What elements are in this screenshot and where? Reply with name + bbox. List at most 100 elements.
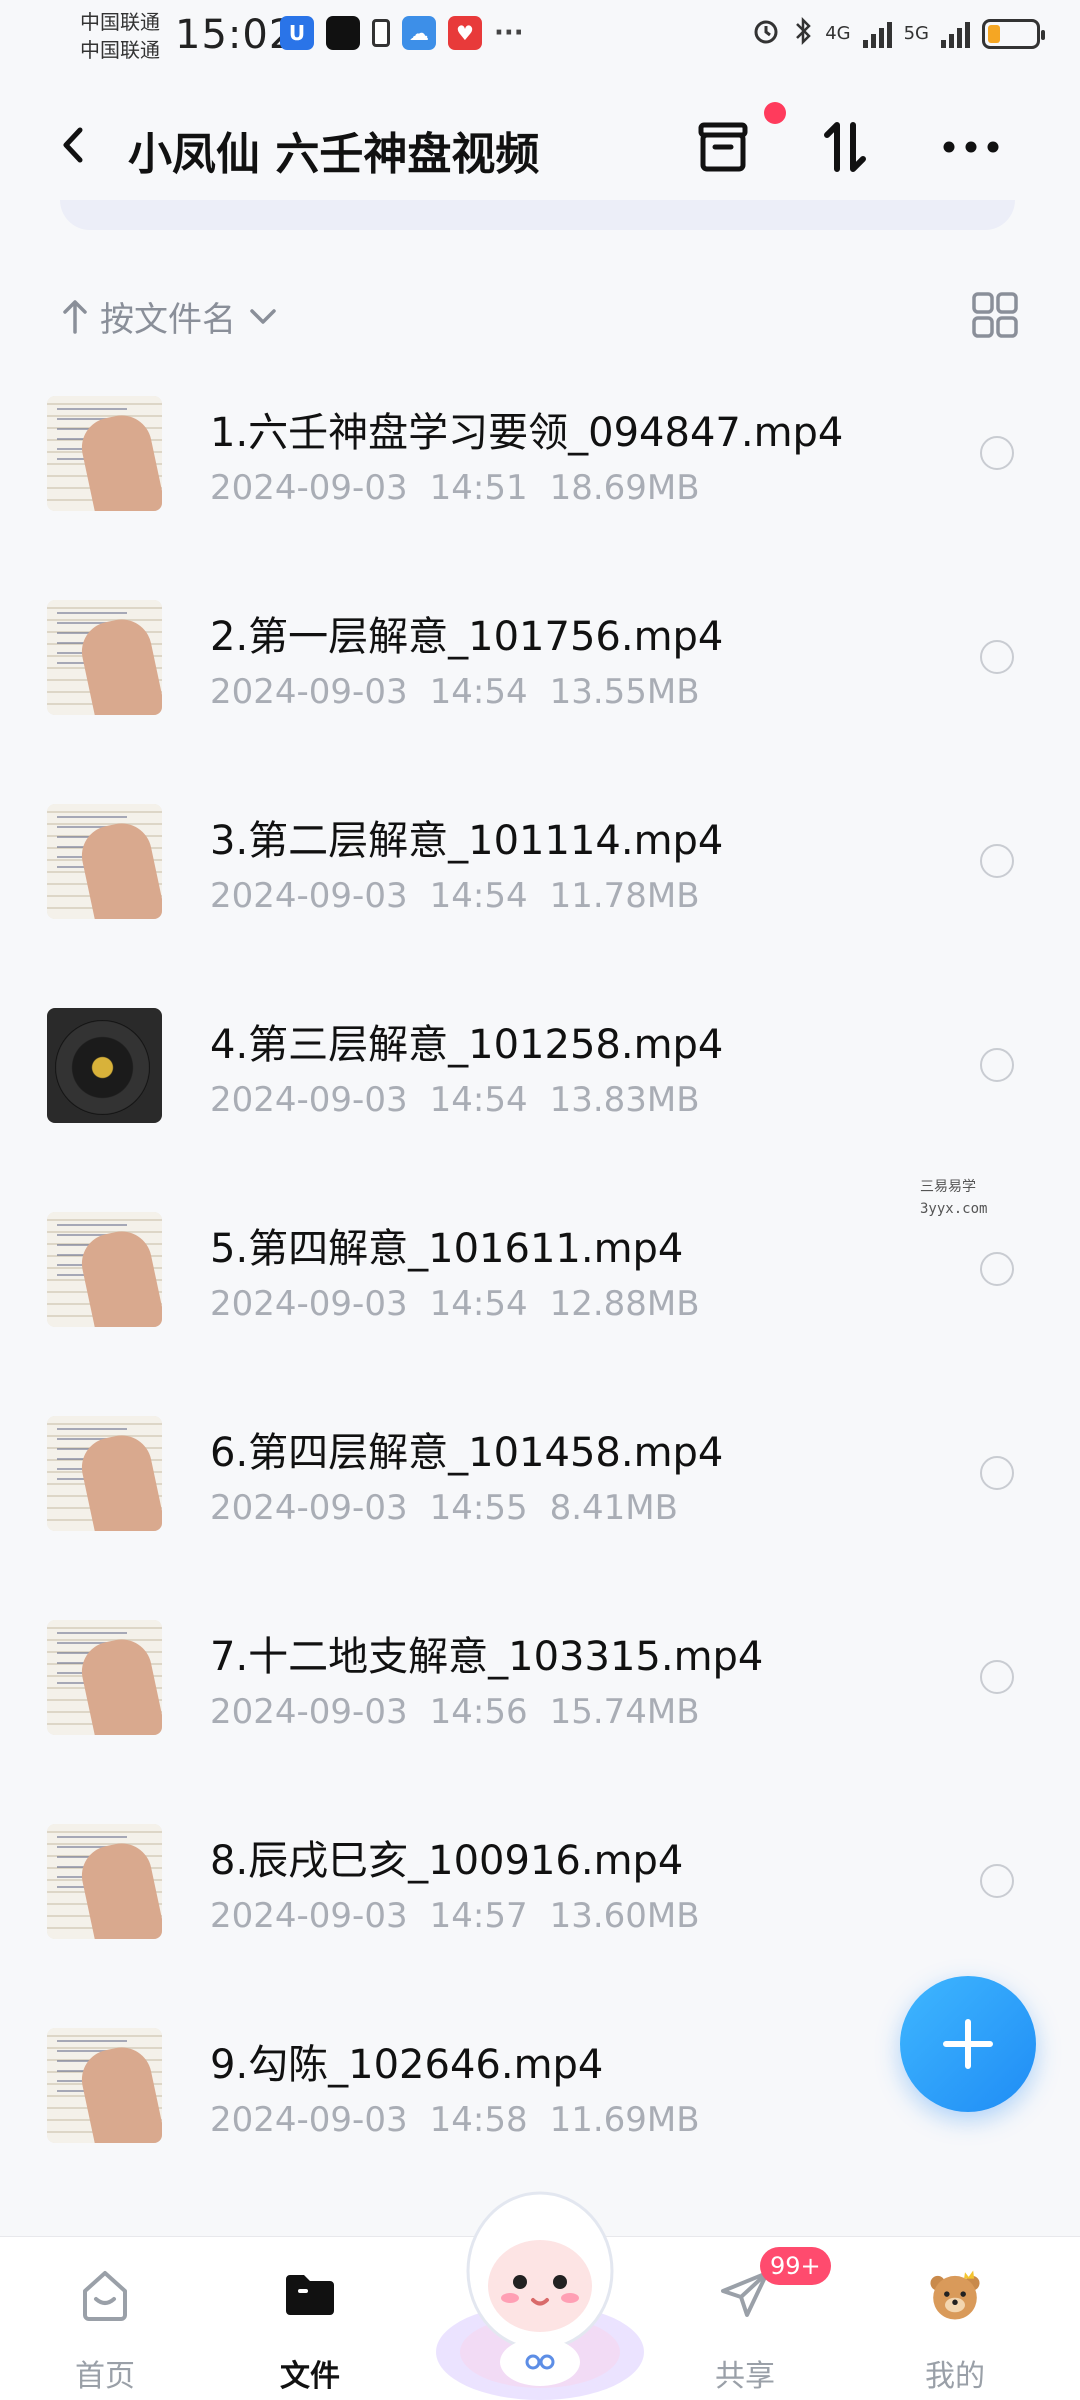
grid-view-button[interactable]	[970, 290, 1020, 340]
file-date: 2024-09-03	[210, 2100, 408, 2140]
file-size: 8.41MB	[549, 1488, 678, 1528]
select-radio[interactable]	[980, 1456, 1014, 1490]
bear-avatar-icon	[925, 2265, 985, 2325]
file-list: 1.六壬神盘学习要领_094847.mp4 2024-09-03 14:51 18.…	[0, 360, 1080, 2196]
select-radio[interactable]	[980, 1252, 1014, 1286]
file-meta: 2024-09-03 14:51 18.69MB	[210, 468, 700, 508]
select-radio[interactable]	[980, 1864, 1014, 1898]
collapsed-search-bar[interactable]	[60, 200, 1015, 230]
file-row[interactable]: 1.六壬神盘学习要领_094847.mp4 2024-09-03 14:51 18.…	[0, 360, 1080, 564]
notification-dot	[764, 102, 786, 124]
top-app-bar: 小凤仙 六壬神盘视频	[0, 80, 1080, 210]
network-type-1: 4G	[825, 23, 851, 44]
grid-view-icon	[972, 292, 1018, 338]
file-date: 2024-09-03	[210, 1284, 408, 1324]
battery-icon	[982, 18, 1045, 49]
nav-home-label: 首页	[75, 2359, 135, 2394]
nav-share-label: 共享	[715, 2359, 775, 2394]
file-size: 13.55MB	[549, 672, 700, 712]
carrier-names: 中国联通 中国联通	[80, 8, 160, 64]
status-clock: 15:02	[175, 12, 296, 58]
watermark-line-2: 3yyx.com	[920, 1201, 988, 1217]
nav-mine-label: 我的	[925, 2359, 985, 2394]
file-meta: 2024-09-03 14:55 8.41MB	[210, 1488, 678, 1528]
file-meta: 2024-09-03 14:54 12.88MB	[210, 1284, 700, 1324]
select-radio[interactable]	[980, 640, 1014, 674]
video-thumbnail	[47, 804, 162, 919]
file-date: 2024-09-03	[210, 876, 408, 916]
file-row[interactable]: 2.第一层解意_101756.mp4 2024-09-03 14:54 13.55M…	[0, 564, 1080, 768]
video-thumbnail	[47, 1416, 162, 1531]
status-bar: 中国联通 中国联通 15:02 U ☁ ♥ ··· 4G 5G	[0, 0, 1080, 80]
select-radio[interactable]	[980, 844, 1014, 878]
transfer-button[interactable]	[810, 112, 880, 182]
assistant-mascot-button[interactable]	[430, 2176, 650, 2400]
folder-title: 小凤仙 六壬神盘视频	[128, 129, 540, 180]
file-meta: 2024-09-03 14:57 13.60MB	[210, 1896, 700, 1936]
add-button[interactable]	[900, 1976, 1036, 2112]
notification-icons: U ☁ ♥ ···	[280, 16, 524, 50]
video-thumbnail	[47, 1620, 162, 1735]
file-name: 5.第四解意_101611.mp4	[210, 1226, 684, 1272]
chart-disc-image	[55, 1020, 150, 1115]
file-size: 15.74MB	[549, 1692, 700, 1732]
more-dots-icon	[943, 141, 999, 153]
sort-selector[interactable]: 按文件名	[60, 286, 280, 346]
chevron-down-icon	[250, 309, 276, 324]
battery-saver-icon	[372, 19, 390, 47]
file-name: 2.第一层解意_101756.mp4	[210, 614, 724, 660]
nav-home[interactable]: 首页	[40, 2257, 170, 2397]
file-date: 2024-09-03	[210, 468, 408, 508]
nav-files-label: 文件	[280, 2359, 340, 2394]
mascot-icon	[436, 2191, 644, 2400]
select-radio[interactable]	[980, 436, 1014, 470]
file-time: 14:57	[429, 1896, 528, 1936]
file-date: 2024-09-03	[210, 672, 408, 712]
select-radio[interactable]	[980, 1660, 1014, 1694]
file-row[interactable]: 7.十二地支解意_103315.mp4 2024-09-03 14:56 15.74…	[0, 1584, 1080, 1788]
file-name: 8.辰戌巳亥_100916.mp4	[210, 1838, 684, 1884]
file-meta: 2024-09-03 14:58 11.69MB	[210, 2100, 700, 2140]
file-size: 11.78MB	[549, 876, 700, 916]
file-meta: 2024-09-03 14:56 15.74MB	[210, 1692, 700, 1732]
file-row[interactable]: 3.第二层解意_101114.mp4 2024-09-03 14:54 11.78M…	[0, 768, 1080, 972]
archive-button[interactable]	[688, 102, 786, 182]
file-name: 4.第三层解意_101258.mp4	[210, 1022, 724, 1068]
file-row[interactable]: 6.第四层解意_101458.mp4 2024-09-03 14:55 8.41MB	[0, 1380, 1080, 1584]
file-date: 2024-09-03	[210, 1896, 408, 1936]
nav-mine[interactable]: 我的	[890, 2257, 1020, 2397]
back-button[interactable]	[50, 120, 100, 170]
alarm-icon	[751, 16, 781, 51]
archive-box-icon	[698, 122, 748, 172]
video-thumbnail	[47, 2028, 162, 2143]
heart-app-icon: ♥	[448, 16, 482, 50]
signal-strength-2-icon	[941, 20, 970, 48]
share-badge: 99+	[760, 2247, 831, 2285]
file-name: 6.第四层解意_101458.mp4	[210, 1430, 724, 1476]
file-time: 14:51	[429, 468, 528, 508]
more-options-button[interactable]	[936, 112, 1006, 182]
battery-level	[988, 24, 1000, 43]
folder-icon	[280, 2265, 340, 2325]
sort-label: 按文件名	[100, 299, 236, 340]
file-row[interactable]: 5.第四解意_101611.mp4 2024-09-03 14:54 12.88MB	[0, 1176, 1080, 1380]
nav-share[interactable]: 99+ 共享	[680, 2247, 831, 2397]
plus-icon	[943, 2019, 993, 2069]
video-thumbnail	[47, 1212, 162, 1327]
transfer-arrows-icon	[824, 122, 866, 172]
video-thumbnail	[47, 1824, 162, 1939]
weather-icon: ☁	[402, 16, 436, 50]
file-time: 14:58	[429, 2100, 528, 2140]
file-date: 2024-09-03	[210, 1488, 408, 1528]
app-notification-icon: U	[280, 16, 314, 50]
nav-files[interactable]: 文件	[245, 2257, 375, 2397]
file-row[interactable]: 8.辰戌巳亥_100916.mp4 2024-09-03 14:57 13.60MB	[0, 1788, 1080, 1992]
file-size: 13.60MB	[549, 1896, 700, 1936]
file-row[interactable]: 4.第三层解意_101258.mp4 2024-09-03 14:54 13.83M…	[0, 972, 1080, 1176]
file-size: 13.83MB	[549, 1080, 700, 1120]
more-notifications-icon: ···	[494, 18, 524, 48]
select-radio[interactable]	[980, 1048, 1014, 1082]
home-icon	[75, 2265, 135, 2325]
bluetooth-icon	[793, 16, 813, 51]
carrier-1: 中国联通	[80, 10, 160, 34]
